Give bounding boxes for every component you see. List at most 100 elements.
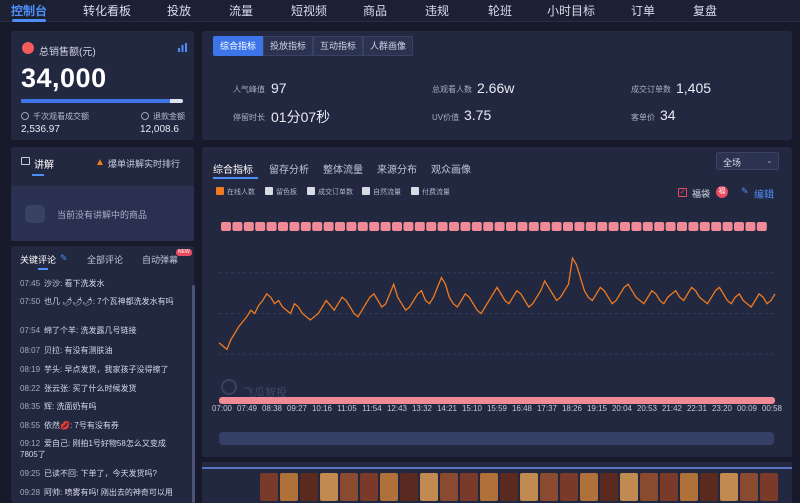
fudai-marker[interactable] [392, 222, 402, 231]
fudai-marker[interactable] [506, 222, 516, 231]
fudai-marker[interactable] [243, 222, 254, 231]
event-marker-bar[interactable] [219, 397, 775, 404]
fudai-marker[interactable] [300, 222, 311, 231]
nav-item-products[interactable]: 商品 [363, 2, 387, 19]
fudai-marker[interactable] [631, 222, 642, 231]
chart-tab-audience[interactable]: 观众画像 [431, 161, 471, 176]
nav-item-short-video[interactable]: 短视频 [291, 2, 327, 19]
edit-link[interactable]: 编辑 [754, 186, 774, 201]
nav-item-traffic[interactable]: 流量 [229, 2, 253, 19]
product-thumbnail[interactable] [400, 473, 418, 501]
fudai-marker[interactable] [722, 222, 733, 231]
tab-ad-metrics[interactable]: 投放指标 [263, 36, 313, 56]
fudai-marker[interactable] [734, 222, 744, 231]
hot-explain-rank[interactable]: 爆单讲解实时排行 [108, 157, 180, 170]
scope-select[interactable]: 全场 ⌄ [716, 152, 779, 170]
product-thumbnail[interactable] [560, 473, 578, 501]
product-thumbnail[interactable] [260, 473, 278, 501]
fudai-marker[interactable] [346, 222, 357, 231]
fudai-marker[interactable] [711, 222, 722, 231]
fudai-marker[interactable] [437, 222, 448, 231]
product-thumbnail[interactable] [620, 473, 638, 501]
fudai-marker[interactable] [471, 222, 482, 231]
fudai-marker[interactable] [221, 222, 231, 231]
product-thumbnail[interactable] [700, 473, 718, 501]
fudai-marker[interactable] [574, 222, 585, 231]
product-thumbnail[interactable] [600, 473, 618, 501]
fudai-marker[interactable] [745, 222, 756, 231]
nav-item-console[interactable]: 控制台 [11, 2, 47, 19]
product-thumbnail[interactable] [520, 473, 538, 501]
bar-chart-icon[interactable] [177, 42, 188, 53]
legend-paid-traffic[interactable]: 付费流量 [411, 187, 450, 197]
legend-orders[interactable]: 成交订单数 [307, 187, 353, 197]
comments-scrollbar[interactable] [192, 285, 195, 503]
fudai-marker[interactable] [369, 222, 380, 231]
fudai-marker[interactable] [460, 222, 471, 231]
fudai-marker[interactable] [563, 222, 573, 231]
fudai-marker[interactable] [608, 222, 619, 231]
nav-item-orders[interactable]: 订单 [631, 2, 655, 19]
nav-item-hourly-goal[interactable]: 小时目标 [547, 2, 595, 19]
fudai-marker[interactable] [642, 222, 653, 231]
fudai-marker[interactable] [278, 222, 288, 231]
tab-audience-profile[interactable]: 人群画像 [363, 36, 413, 56]
product-thumbnail[interactable] [660, 473, 678, 501]
product-thumbnail[interactable] [280, 473, 298, 501]
fudai-marker[interactable] [312, 222, 323, 231]
nav-item-ads[interactable]: 投放 [167, 2, 191, 19]
chart-tab-flow[interactable]: 整体流量 [323, 161, 363, 176]
fudai-marker[interactable] [756, 222, 767, 231]
nav-item-conversion[interactable]: 转化看板 [83, 2, 131, 19]
fudai-marker[interactable] [688, 222, 699, 231]
product-thumbnail[interactable] [360, 473, 378, 501]
product-thumbnail[interactable] [760, 473, 778, 501]
tab-interaction-metrics[interactable]: 互动指标 [313, 36, 363, 56]
tab-overall-metrics[interactable]: 综合指标 [213, 36, 263, 56]
edit-icon[interactable]: ✎ [741, 186, 749, 197]
fudai-marker[interactable] [380, 222, 391, 231]
product-thumbnail[interactable] [380, 473, 398, 501]
explain-title[interactable]: 讲解 [34, 156, 54, 171]
product-thumbnail[interactable] [420, 473, 438, 501]
product-thumbnail[interactable] [580, 473, 598, 501]
fudai-marker[interactable] [266, 222, 277, 231]
fudai-marker[interactable] [357, 222, 368, 231]
fudai-marker[interactable] [665, 222, 676, 231]
product-thumbnail[interactable] [740, 473, 758, 501]
fudai-marker[interactable] [232, 222, 243, 231]
fudai-marker[interactable] [597, 222, 608, 231]
timeline-scrollbar[interactable] [219, 432, 774, 445]
tab-auto-danmaku[interactable]: 自动弹幕 [142, 253, 178, 266]
product-thumbnail[interactable] [460, 473, 478, 501]
product-thumbnail[interactable] [720, 473, 738, 501]
product-thumbnail[interactable] [300, 473, 318, 501]
fudai-marker[interactable] [255, 222, 266, 231]
legend-natural-traffic[interactable]: 自然流量 [362, 187, 401, 197]
tab-all-comments[interactable]: 全部评论 [87, 253, 123, 266]
fudai-marker[interactable] [403, 222, 414, 231]
fudai-marker[interactable] [654, 222, 665, 231]
fudai-marker[interactable] [620, 222, 630, 231]
product-thumbnail[interactable] [640, 473, 658, 501]
fudai-marker[interactable] [323, 222, 334, 231]
chart-tab-retention[interactable]: 留存分析 [269, 161, 309, 176]
product-thumbnail[interactable] [680, 473, 698, 501]
chart-tab-source[interactable]: 来源分布 [377, 161, 417, 176]
chart-tab-overall[interactable]: 综合指标 [213, 161, 253, 176]
product-thumbnail[interactable] [440, 473, 458, 501]
product-thumbnail[interactable] [480, 473, 498, 501]
fudai-marker[interactable] [449, 222, 459, 231]
fudai-marker[interactable] [494, 222, 505, 231]
legend-online-users[interactable]: 在线人数 [216, 187, 255, 197]
product-thumbnail[interactable] [500, 473, 518, 501]
fudai-marker[interactable] [483, 222, 494, 231]
fudai-checkbox[interactable]: ✓ [678, 188, 687, 197]
fudai-marker[interactable] [699, 222, 710, 231]
product-thumbnail[interactable] [340, 473, 358, 501]
fudai-marker[interactable] [528, 222, 539, 231]
edit-pencil-icon[interactable]: ✎ [60, 253, 68, 264]
fudai-marker[interactable] [414, 222, 425, 231]
fudai-marker[interactable] [426, 222, 437, 231]
fudai-marker[interactable] [289, 222, 300, 231]
